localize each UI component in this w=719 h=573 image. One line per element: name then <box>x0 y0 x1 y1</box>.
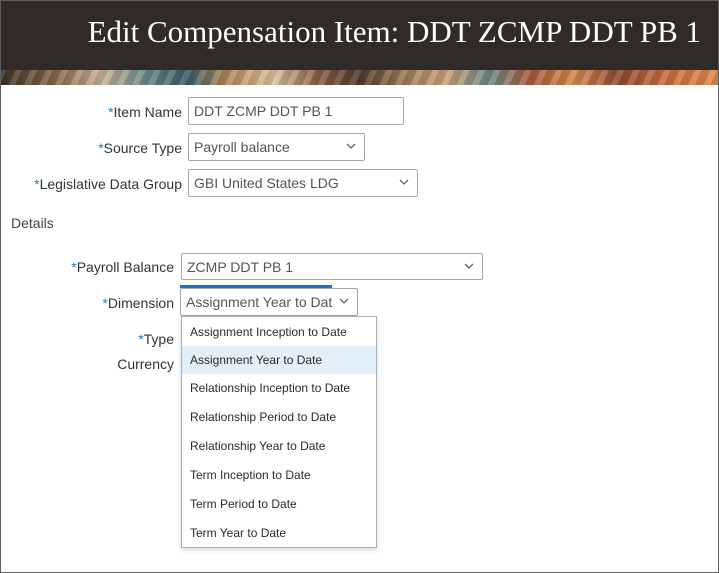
chevron-down-icon <box>339 296 349 306</box>
item-name-input[interactable]: DDT ZCMP DDT PB 1 <box>188 97 404 125</box>
dimension-option[interactable]: Term Period to Date <box>182 490 376 518</box>
legislative-data-group-select[interactable]: GBI United States LDG <box>188 169 418 197</box>
payroll-balance-select[interactable]: ZCMP DDT PB 1 <box>181 253 483 280</box>
dimension-option[interactable]: Assignment Inception to Date <box>182 318 376 346</box>
chevron-down-icon <box>346 141 356 151</box>
dimension-option[interactable]: Relationship Year to Date <box>182 432 376 460</box>
dimension-select[interactable]: Assignment Year to Dat <box>180 288 358 316</box>
dimension-option[interactable]: Relationship Period to Date <box>182 403 376 431</box>
dimension-option[interactable]: Term Year to Date <box>182 519 376 547</box>
dimension-label: *Dimension <box>102 295 174 311</box>
currency-label: Currency <box>117 356 174 372</box>
chevron-down-icon <box>399 177 409 187</box>
item-name-label: *Item Name <box>108 104 182 120</box>
type-label: *Type <box>138 331 174 347</box>
legislative-data-group-label: *Legislative Data Group <box>34 176 182 192</box>
dimension-option-selected[interactable]: Assignment Year to Date <box>182 346 376 374</box>
page-header: Edit Compensation Item: DDT ZCMP DDT PB … <box>0 0 719 85</box>
details-section-heading: Details <box>11 215 54 231</box>
header-decorative-banner <box>0 70 719 85</box>
source-type-label: *Source Type <box>98 140 182 156</box>
dimension-option[interactable]: Term Inception to Date <box>182 461 376 489</box>
source-type-select[interactable]: Payroll balance <box>188 133 365 161</box>
dimension-dropdown-list: Assignment Inception to Date Assignment … <box>181 316 377 548</box>
chevron-down-icon <box>464 261 474 271</box>
payroll-balance-label: *Payroll Balance <box>71 259 174 275</box>
dimension-option[interactable]: Relationship Inception to Date <box>182 374 376 402</box>
page-title: Edit Compensation Item: DDT ZCMP DDT PB … <box>87 14 701 49</box>
